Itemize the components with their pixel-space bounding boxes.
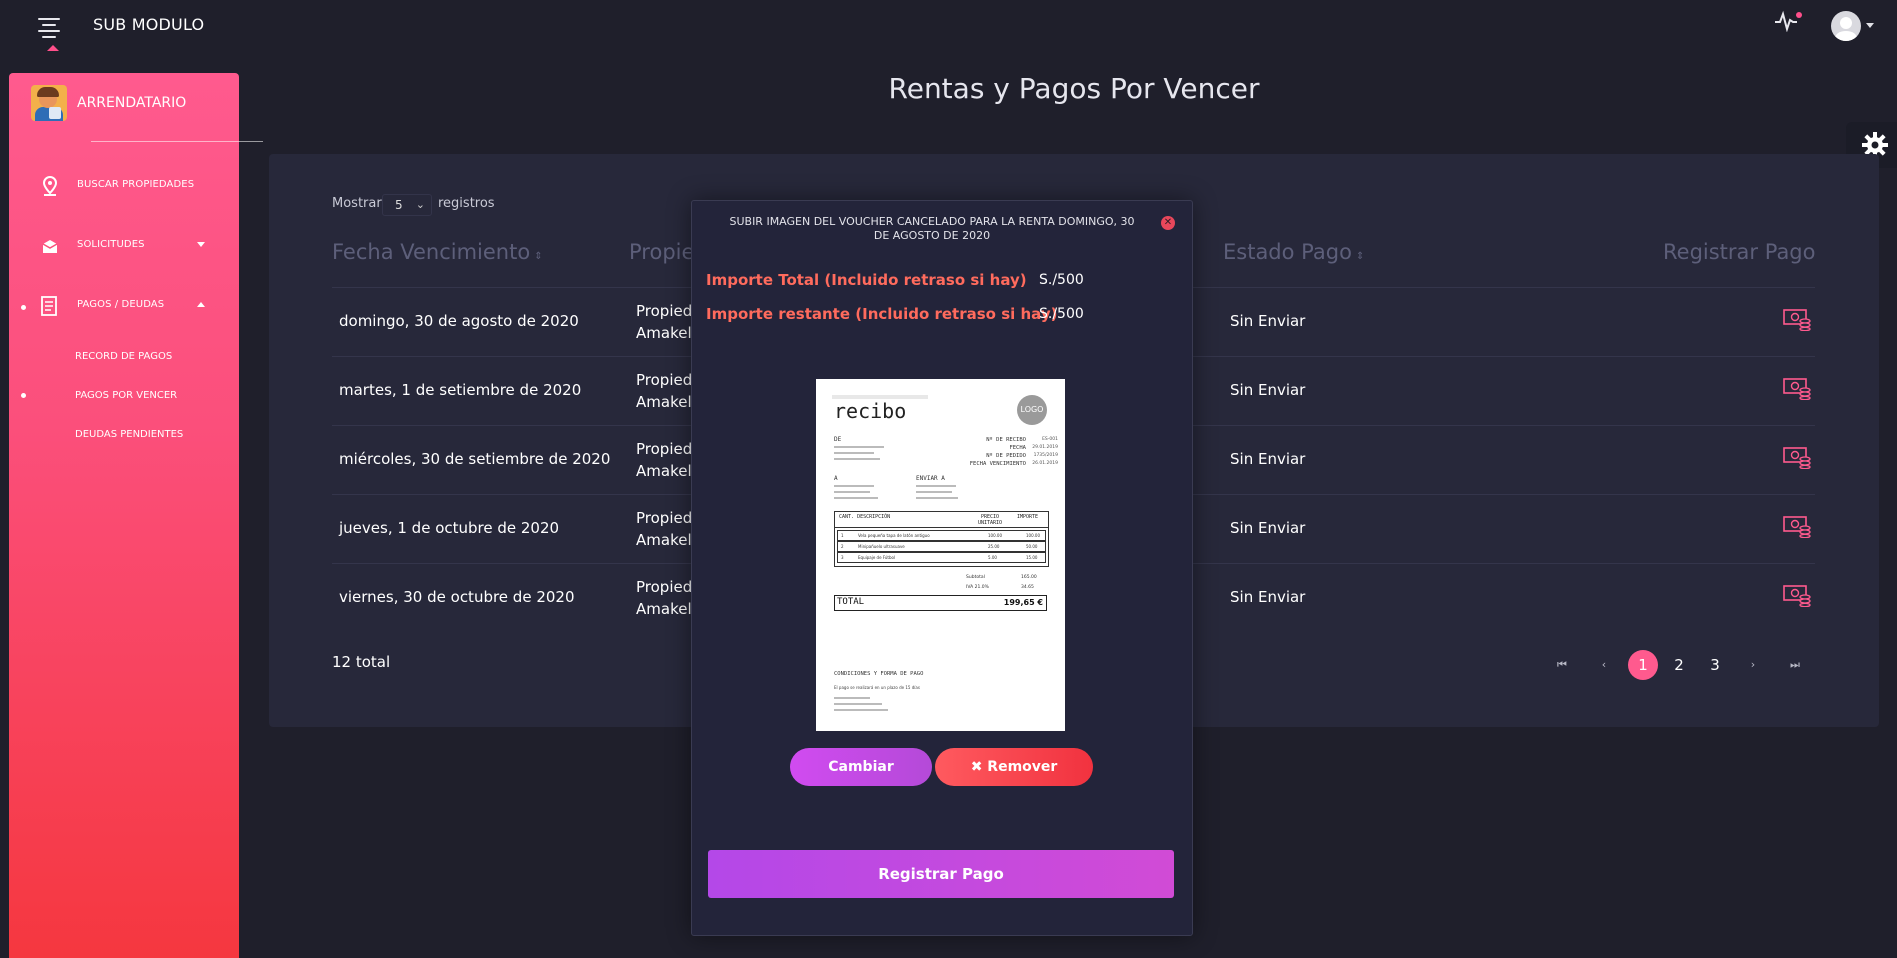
sidebar-item-buscar-propiedades[interactable]: BUSCAR PROPIEDADES (9, 167, 239, 207)
change-image-button[interactable]: Cambiar (790, 748, 932, 786)
upload-voucher-modal: SUBIR IMAGEN DEL VOUCHER CANCELADO PARA … (691, 200, 1193, 936)
close-icon[interactable]: ✕ (1161, 216, 1175, 230)
column-header-fecha[interactable]: Fecha Vencimiento ⇕ (332, 240, 543, 264)
row-propiedad: PropiedadAmakella (636, 371, 696, 411)
voucher-items-table: CANT. DESCRIPCIÓN PRECIO UNITARIO IMPORT… (834, 511, 1049, 567)
page-title: Rentas y Pagos Por Vencer (888, 72, 1260, 105)
first-page-icon[interactable]: ⏮ (1547, 650, 1577, 680)
sidebar-subitem-record-de-pagos[interactable]: RECORD DE PAGOS (75, 351, 172, 362)
prev-page-icon[interactable]: ‹ (1589, 650, 1619, 680)
register-payment-icon[interactable] (1783, 376, 1811, 400)
remove-image-button[interactable]: ✖ Remover (935, 748, 1093, 786)
row-propiedad: PropiedadAmakella (636, 302, 696, 342)
page-button-1[interactable]: 1 (1628, 650, 1658, 680)
top-bar: SUB MODULO (0, 0, 1897, 56)
voucher-subtotal-label: Subtotal (966, 575, 985, 580)
menu-toggle-icon[interactable] (38, 16, 62, 51)
register-payment-button[interactable]: Registrar Pago (708, 850, 1174, 898)
notification-dot (1796, 12, 1802, 18)
page-button-2[interactable]: 2 (1664, 650, 1694, 680)
sort-icon: ⇕ (1355, 251, 1365, 262)
voucher-tax-value: 34.65 (1021, 585, 1034, 590)
show-suffix: registros (438, 196, 495, 211)
voucher-meta-values: ES-001 29.01.2019 1735/2019 26.01.2019 (1032, 437, 1058, 466)
row-fecha: viernes, 30 de octubre de 2020 (339, 588, 575, 606)
sidebar-subitem-pagos-por-vencer[interactable]: PAGOS POR VENCER (75, 390, 177, 401)
voucher-meta-labels: Nº DE RECIBO FECHA Nº DE PEDIDO FECHA VENCI… (969, 437, 1026, 467)
records-per-page-select[interactable]: 5 ⌄ (382, 194, 432, 216)
user-menu-caret-icon[interactable] (1866, 23, 1874, 28)
sidebar: ARRENDATARIO BUSCAR PROPIEDADES SOLICITU… (9, 73, 263, 958)
sidebar-item-label: SOLICITUDES (77, 239, 145, 250)
sort-icon: ⇕ (534, 251, 543, 262)
row-estado: Sin Enviar (1230, 381, 1306, 399)
column-header-estado[interactable]: Estado Pago ⇕ (1223, 240, 1364, 264)
document-list-icon (41, 296, 57, 316)
row-propiedad: PropiedadAmakella (636, 578, 696, 618)
voucher-tax-label: IVA 21.0% (966, 585, 989, 590)
importe-total-value: S./500 (1039, 272, 1084, 288)
sidebar-subitem-deudas-pendientes[interactable]: DEUDAS PENDIENTES (75, 429, 183, 440)
show-prefix: Mostrar (332, 196, 382, 211)
modal-title: SUBIR IMAGEN DEL VOUCHER CANCELADO PARA … (729, 215, 1135, 242)
voucher-image: recibo LOGO DE Nº DE RECIBO FECHA Nº DE PE… (816, 379, 1065, 731)
column-header-label: Fecha Vencimiento (332, 240, 531, 264)
importe-restante-value: S./500 (1039, 306, 1084, 322)
voucher-subtotal-value: 165.00 (1021, 575, 1037, 580)
next-page-icon[interactable]: › (1738, 650, 1768, 680)
show-records-label: Mostrar (332, 196, 382, 211)
row-propiedad: PropiedadAmakella (636, 509, 696, 549)
activity-icon[interactable] (1774, 10, 1802, 34)
column-header-registrar: Registrar Pago (1663, 240, 1816, 264)
chevron-up-icon (197, 302, 205, 307)
sidebar-divider (91, 141, 263, 142)
module-title: SUB MODULO (93, 15, 205, 34)
user-avatar[interactable] (1831, 11, 1861, 41)
sidebar-item-solicitudes[interactable]: SOLICITUDES (9, 227, 239, 267)
voucher-total-box: TOTAL 199,65 € (834, 595, 1047, 611)
row-fecha: jueves, 1 de octubre de 2020 (339, 519, 560, 537)
row-propiedad: PropiedadAmakella (636, 440, 696, 480)
voucher-logo: LOGO (1017, 395, 1047, 425)
register-payment-icon[interactable] (1783, 445, 1811, 469)
register-payment-icon[interactable] (1783, 514, 1811, 538)
column-header-label: Estado Pago (1223, 240, 1352, 264)
voucher-to-label: A (834, 475, 838, 482)
voucher-terms-title: CONDICIONES Y FORMA DE PAGO (834, 671, 924, 677)
register-payment-icon[interactable] (1783, 307, 1811, 331)
row-estado: Sin Enviar (1230, 450, 1306, 468)
voucher-ship-label: ENVIAR A (916, 475, 945, 482)
chevron-down-icon (197, 242, 205, 247)
page-button-3[interactable]: 3 (1700, 650, 1730, 680)
importe-restante-label: Importe restante (Incluido retraso si ha… (706, 305, 1058, 323)
sidebar-item-label: BUSCAR PROPIEDADES (77, 179, 195, 190)
row-estado: Sin Enviar (1230, 588, 1306, 606)
inbox-icon (42, 240, 58, 253)
row-estado: Sin Enviar (1230, 519, 1306, 537)
voucher-from: DE (834, 436, 842, 443)
map-pin-icon (42, 175, 58, 196)
active-bullet (21, 393, 26, 398)
records-per-page-value: 5 (395, 198, 403, 212)
total-count: 12 total (332, 653, 391, 671)
last-page-icon[interactable]: ⏭ (1780, 650, 1810, 680)
voucher-terms-text: El pago se realizará en un plazo de 15 d… (834, 685, 920, 690)
column-header-propiedad[interactable]: Propiedad (629, 240, 691, 264)
row-fecha: miércoles, 30 de setiembre de 2020 (339, 450, 611, 468)
importe-total-label: Importe Total (Incluido retraso si hay) (706, 271, 1027, 289)
row-estado: Sin Enviar (1230, 312, 1306, 330)
row-fecha: domingo, 30 de agosto de 2020 (339, 312, 579, 330)
row-fecha: martes, 1 de setiembre de 2020 (339, 381, 582, 399)
sidebar-item-pagos-deudas[interactable]: PAGOS / DEUDAS (9, 287, 239, 327)
sidebar-item-label: PAGOS / DEUDAS (77, 299, 165, 310)
chevron-down-icon: ⌄ (415, 198, 425, 211)
voucher-title: recibo (834, 399, 907, 423)
register-payment-icon[interactable] (1783, 583, 1811, 607)
